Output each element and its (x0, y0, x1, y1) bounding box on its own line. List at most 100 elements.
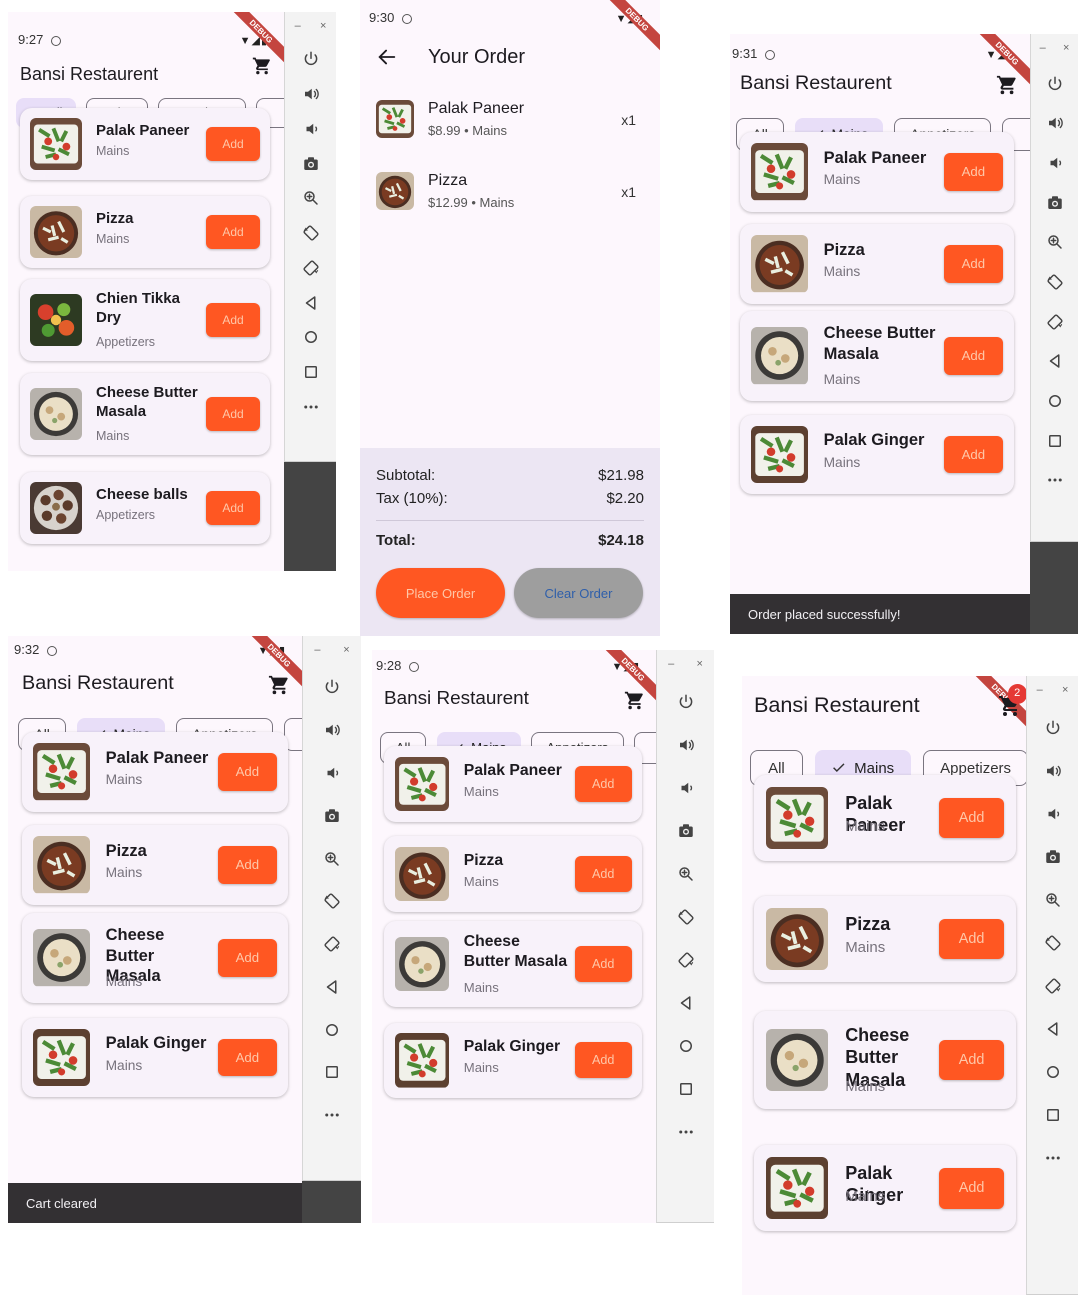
camera-button[interactable] (303, 794, 361, 837)
more-button[interactable] (303, 1094, 361, 1137)
add-button[interactable]: Add (206, 303, 260, 337)
volume-down-button[interactable] (303, 752, 361, 795)
minimize-button[interactable]: – (668, 658, 674, 670)
add-button[interactable]: Add (217, 753, 277, 791)
add-button[interactable]: Add (943, 245, 1003, 283)
add-button[interactable]: Add (943, 153, 1003, 191)
rotate-right-button[interactable] (285, 250, 336, 285)
volume-up-button[interactable] (657, 723, 714, 766)
rotate-right-button[interactable] (1027, 964, 1078, 1007)
home-button[interactable] (285, 320, 336, 355)
volume-up-button[interactable] (1027, 749, 1078, 792)
more-button[interactable] (285, 389, 336, 424)
back-button[interactable] (657, 981, 714, 1024)
add-button[interactable]: Add (574, 766, 632, 802)
more-button[interactable] (1031, 461, 1078, 501)
volume-down-button[interactable] (657, 766, 714, 809)
zoom-button[interactable] (1031, 223, 1078, 263)
add-button[interactable]: Add (939, 1039, 1004, 1081)
add-button[interactable]: Add (939, 1167, 1004, 1209)
power-button[interactable] (657, 680, 714, 723)
power-button[interactable] (285, 42, 336, 77)
rotate-left-button[interactable] (285, 216, 336, 251)
zoom-button[interactable] (303, 837, 361, 880)
cart-button[interactable] (252, 56, 272, 81)
cart-button[interactable] (268, 674, 290, 701)
food-thumbnail (394, 756, 450, 812)
overview-button[interactable] (303, 1051, 361, 1094)
rotate-right-button[interactable] (657, 938, 714, 981)
add-button[interactable]: Add (939, 918, 1004, 960)
overview-button[interactable] (285, 355, 336, 390)
zoom-button[interactable] (657, 852, 714, 895)
minimize-button[interactable]: – (314, 644, 320, 656)
place-order-button[interactable]: Place Order (376, 568, 505, 618)
emulator-toolbar: – × (656, 650, 714, 1223)
home-button[interactable] (303, 1008, 361, 1051)
add-button[interactable]: Add (206, 127, 260, 161)
volume-up-button[interactable] (285, 77, 336, 112)
zoom-button[interactable] (285, 181, 336, 216)
rotate-left-button[interactable] (1031, 262, 1078, 302)
clear-order-button[interactable]: Clear Order (514, 568, 643, 618)
volume-down-button[interactable] (1027, 792, 1078, 835)
rotate-right-button[interactable] (1031, 302, 1078, 342)
add-button[interactable]: Add (574, 856, 632, 892)
camera-button[interactable] (285, 146, 336, 181)
add-button[interactable]: Add (217, 1038, 277, 1077)
add-button[interactable]: Add (943, 435, 1003, 474)
cart-button[interactable] (996, 74, 1018, 101)
cart-button[interactable]: 2 (998, 684, 1026, 723)
minimize-button[interactable]: – (1037, 684, 1043, 696)
add-button[interactable]: Add (574, 1042, 632, 1079)
add-button[interactable]: Add (206, 397, 260, 431)
add-button[interactable]: Add (206, 491, 260, 525)
zoom-button[interactable] (1027, 878, 1078, 921)
volume-up-button[interactable] (303, 709, 361, 752)
add-button[interactable]: Add (206, 215, 260, 249)
camera-button[interactable] (1027, 835, 1078, 878)
rotate-right-button[interactable] (303, 923, 361, 966)
add-button[interactable]: Add (574, 946, 632, 982)
close-button[interactable]: × (1062, 684, 1068, 696)
home-button[interactable] (657, 1024, 714, 1067)
rotate-left-button[interactable] (303, 880, 361, 923)
overview-button[interactable] (1027, 1093, 1078, 1136)
rotate-left-button[interactable] (657, 895, 714, 938)
back-button[interactable] (1027, 1007, 1078, 1050)
volume-up-icon (1046, 765, 1061, 776)
back-button[interactable] (303, 965, 361, 1008)
close-button[interactable]: × (696, 658, 702, 670)
back-button[interactable] (376, 46, 398, 73)
camera-button[interactable] (657, 809, 714, 852)
power-button[interactable] (1027, 706, 1078, 749)
more-button[interactable] (657, 1110, 714, 1153)
power-button[interactable] (303, 666, 361, 709)
rotate-left-button[interactable] (1027, 921, 1078, 964)
cart-button[interactable] (624, 690, 645, 716)
home-button[interactable] (1031, 381, 1078, 421)
more-button[interactable] (1027, 1136, 1078, 1179)
add-button[interactable]: Add (939, 797, 1004, 839)
home-button[interactable] (1027, 1050, 1078, 1093)
power-button[interactable] (1031, 64, 1078, 104)
camera-button[interactable] (1031, 183, 1078, 223)
close-button[interactable]: × (343, 644, 349, 656)
close-button[interactable]: × (1063, 42, 1069, 54)
volume-up-button[interactable] (1031, 104, 1078, 144)
overview-button[interactable] (1031, 421, 1078, 461)
camera-icon (678, 823, 693, 837)
app-title: Bansi Restaurent (740, 72, 892, 94)
back-button[interactable] (1031, 342, 1078, 382)
close-button[interactable]: × (320, 20, 326, 32)
volume-down-button[interactable] (1031, 143, 1078, 183)
overview-button[interactable] (657, 1067, 714, 1110)
minimize-button[interactable]: – (1040, 42, 1046, 54)
back-button[interactable] (285, 285, 336, 320)
add-button[interactable]: Add (217, 846, 277, 884)
home-icon (1048, 395, 1061, 408)
add-button[interactable]: Add (217, 939, 277, 977)
volume-down-button[interactable] (285, 111, 336, 146)
minimize-button[interactable]: – (295, 20, 301, 32)
add-button[interactable]: Add (943, 337, 1003, 375)
